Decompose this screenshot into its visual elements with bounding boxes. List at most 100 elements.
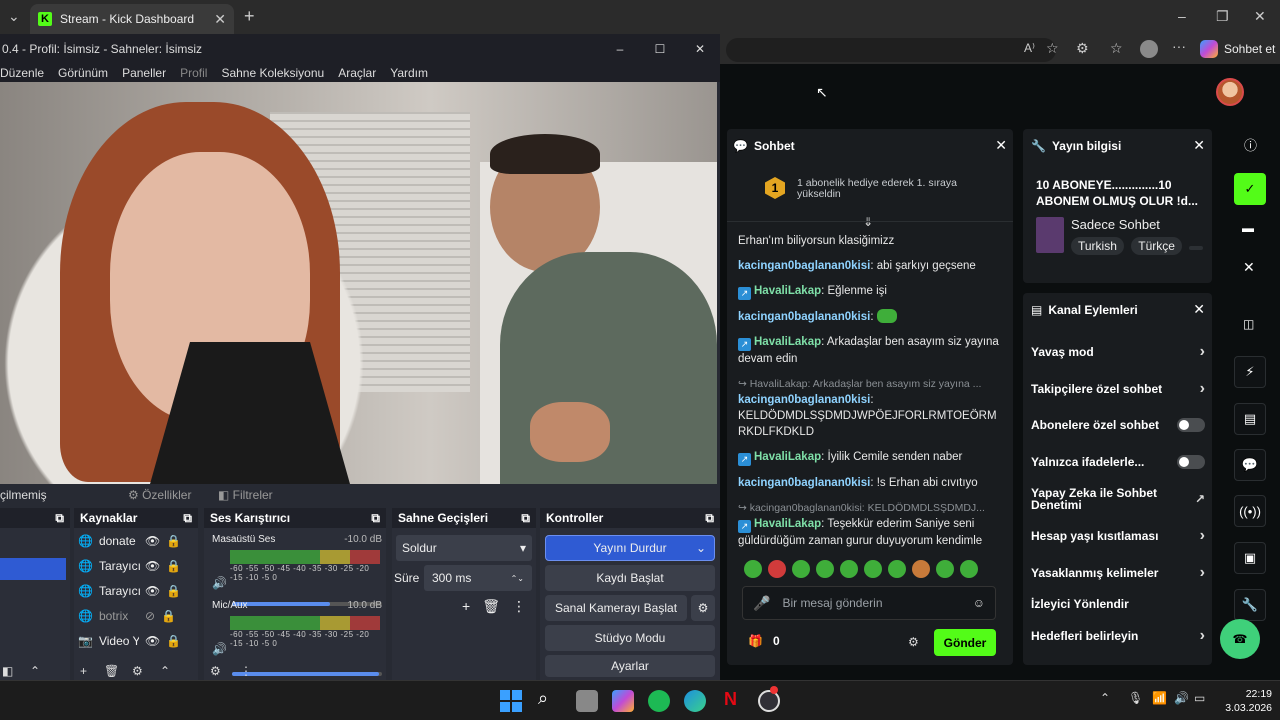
- action-host-viewers[interactable]: İzleyici Yönlendir: [1031, 597, 1205, 611]
- emote-icon[interactable]: [864, 560, 882, 578]
- extensions-icon[interactable]: ⚙: [1076, 40, 1089, 57]
- stop-stream-button[interactable]: Yayını Durdur ⌄: [545, 535, 715, 561]
- support-icon[interactable]: ☎: [1220, 619, 1260, 659]
- dock-float-icon[interactable]: ⧉: [521, 511, 530, 526]
- speaker-icon[interactable]: 🔊: [212, 642, 227, 656]
- action-banned-words[interactable]: Yasaklanmış kelimeler ›: [1031, 564, 1205, 582]
- clock[interactable]: 22:19 3.03.2026: [1216, 687, 1272, 715]
- properties-button[interactable]: ⚙ Özellikler: [128, 488, 218, 502]
- wifi-icon[interactable]: 📶: [1152, 691, 1167, 705]
- obs-icon[interactable]: [758, 690, 780, 712]
- profile-icon[interactable]: [1140, 40, 1158, 58]
- task-view-icon[interactable]: [576, 690, 598, 712]
- chat-icon[interactable]: 💬: [1234, 449, 1266, 481]
- stream-title[interactable]: 10 ABONEYE..............10 ABONEM OLMUŞ …: [1036, 177, 1206, 209]
- category-thumbnail[interactable]: [1036, 217, 1064, 253]
- dock-float-icon[interactable]: ⧉: [183, 511, 192, 526]
- menu-docks[interactable]: Paneller: [122, 66, 166, 80]
- battery-icon[interactable]: ▭: [1194, 691, 1205, 705]
- emote-icon[interactable]: [888, 560, 906, 578]
- netflix-icon[interactable]: N: [724, 689, 737, 710]
- emoji-icon[interactable]: ☺: [973, 596, 985, 610]
- source-properties-icon[interactable]: ⚙: [132, 664, 143, 678]
- new-tab-icon[interactable]: +: [244, 6, 255, 27]
- dock-float-icon[interactable]: ⧉: [705, 511, 714, 526]
- emote-icon[interactable]: [912, 560, 930, 578]
- obs-close-icon[interactable]: ✕: [680, 42, 720, 56]
- tab-list-icon[interactable]: ⌄: [8, 8, 20, 25]
- minimize-icon[interactable]: –: [1178, 8, 1186, 24]
- obs-preview-canvas[interactable]: [0, 82, 717, 484]
- chat-close-icon[interactable]: ✕: [995, 137, 1007, 154]
- menu-help[interactable]: Yardım: [390, 66, 428, 80]
- clip-icon[interactable]: ◫: [1243, 317, 1254, 331]
- transition-select[interactable]: Soldur ▾: [396, 535, 532, 561]
- source-item[interactable]: 🌐 donate 👁 🔒: [74, 528, 198, 553]
- emotes-only-toggle[interactable]: [1177, 455, 1205, 469]
- trash-icon[interactable]: 🗑: [482, 598, 500, 615]
- close-window-icon[interactable]: ✕: [1254, 8, 1266, 25]
- tray-chevron-icon[interactable]: ⌃: [1100, 691, 1110, 705]
- more-icon[interactable]: ⋮: [512, 598, 526, 615]
- remove-source-icon[interactable]: 🗑: [104, 664, 119, 678]
- broadcast-icon[interactable]: ((•)): [1234, 495, 1266, 527]
- menu-edit[interactable]: Düzenle: [0, 66, 44, 80]
- action-emotes-only[interactable]: Yalnızca ifadelerle...: [1031, 455, 1205, 469]
- subscribers-only-toggle[interactable]: [1177, 418, 1205, 432]
- emote-icon[interactable]: [960, 560, 978, 578]
- spotify-icon[interactable]: [648, 690, 670, 712]
- chat-username[interactable]: kacingan0baglanan0kisi: [738, 311, 870, 323]
- action-set-goals[interactable]: Hedefleri belirleyin ›: [1031, 627, 1205, 645]
- chat-username[interactable]: HavaliLakap: [754, 518, 821, 530]
- action-account-age[interactable]: Hesap yaşı kısıtlaması ›: [1031, 527, 1205, 545]
- menu-scene-collection[interactable]: Sahne Koleksiyonu: [221, 66, 324, 80]
- copilot-taskbar-icon[interactable]: [612, 690, 634, 712]
- speaker-icon[interactable]: 🔊: [212, 576, 227, 590]
- emote-icon[interactable]: [936, 560, 954, 578]
- volume-icon[interactable]: 🔊: [1174, 691, 1189, 705]
- source-item[interactable]: 🌐 Tarayıcı 👁 🔒: [74, 553, 198, 578]
- more-icon[interactable]: ⋮: [240, 664, 252, 678]
- chat-username[interactable]: kacingan0baglanan0kisi: [738, 477, 870, 489]
- add-icon[interactable]: +: [462, 598, 470, 615]
- menu-view[interactable]: Görünüm: [58, 66, 108, 80]
- menu-tools[interactable]: Araçlar: [338, 66, 376, 80]
- emote-icon[interactable]: [744, 560, 762, 578]
- tag[interactable]: Turkish: [1071, 237, 1124, 255]
- filters-button[interactable]: ◧ Filtreler: [218, 488, 273, 502]
- add-source-icon[interactable]: +: [80, 664, 87, 678]
- tools-icon[interactable]: 🔧: [1234, 589, 1266, 621]
- read-aloud-icon[interactable]: A⁾: [1024, 41, 1035, 55]
- search-icon[interactable]: ⌕: [538, 688, 548, 709]
- chat-username[interactable]: kacingan0baglanan0kisi: [738, 260, 870, 272]
- emote-icon[interactable]: [816, 560, 834, 578]
- dock-float-icon[interactable]: ⧉: [371, 511, 380, 526]
- start-recording-button[interactable]: Kaydı Başlat: [545, 565, 715, 591]
- info-icon[interactable]: ⓘ: [1244, 135, 1257, 154]
- emote-icon[interactable]: [792, 560, 810, 578]
- move-up-icon[interactable]: ⌃: [160, 664, 170, 678]
- edge-icon[interactable]: [684, 690, 706, 712]
- emote-icon[interactable]: [768, 560, 786, 578]
- studio-mode-button[interactable]: Stüdyo Modu: [545, 625, 715, 651]
- mixer-settings-icon[interactable]: ⚙: [210, 664, 221, 678]
- category-name[interactable]: Sadece Sohbet: [1071, 217, 1160, 232]
- chat-username[interactable]: HavaliLakap: [754, 451, 821, 463]
- browser-tab[interactable]: K Stream - Kick Dashboard ✕: [30, 4, 234, 34]
- chat-username[interactable]: HavaliLakap: [754, 336, 821, 348]
- source-item[interactable]: 🌐 Tarayıcı 👁 🔒: [74, 578, 198, 603]
- action-followers-only[interactable]: Takipçilere özel sohbet ›: [1031, 380, 1205, 398]
- address-field[interactable]: [726, 38, 1056, 62]
- tag[interactable]: Türkçe: [1131, 237, 1182, 255]
- close-icon[interactable]: ✕: [1243, 259, 1255, 276]
- obs-maximize-icon[interactable]: ☐: [640, 42, 680, 56]
- more-menu-icon[interactable]: ···: [1172, 38, 1186, 54]
- maximize-icon[interactable]: ❐: [1216, 8, 1229, 25]
- copilot-icon[interactable]: [1200, 40, 1218, 58]
- move-up-icon[interactable]: ⌃: [30, 664, 40, 678]
- source-item[interactable]: 🌐 botrix ⊘ 🔒: [74, 603, 198, 628]
- duration-spinbox[interactable]: 300 ms ⌃⌄: [424, 565, 532, 591]
- virtual-camera-settings-icon[interactable]: ⚙: [691, 595, 715, 621]
- tag[interactable]: [1189, 246, 1204, 250]
- start-icon[interactable]: [500, 690, 522, 712]
